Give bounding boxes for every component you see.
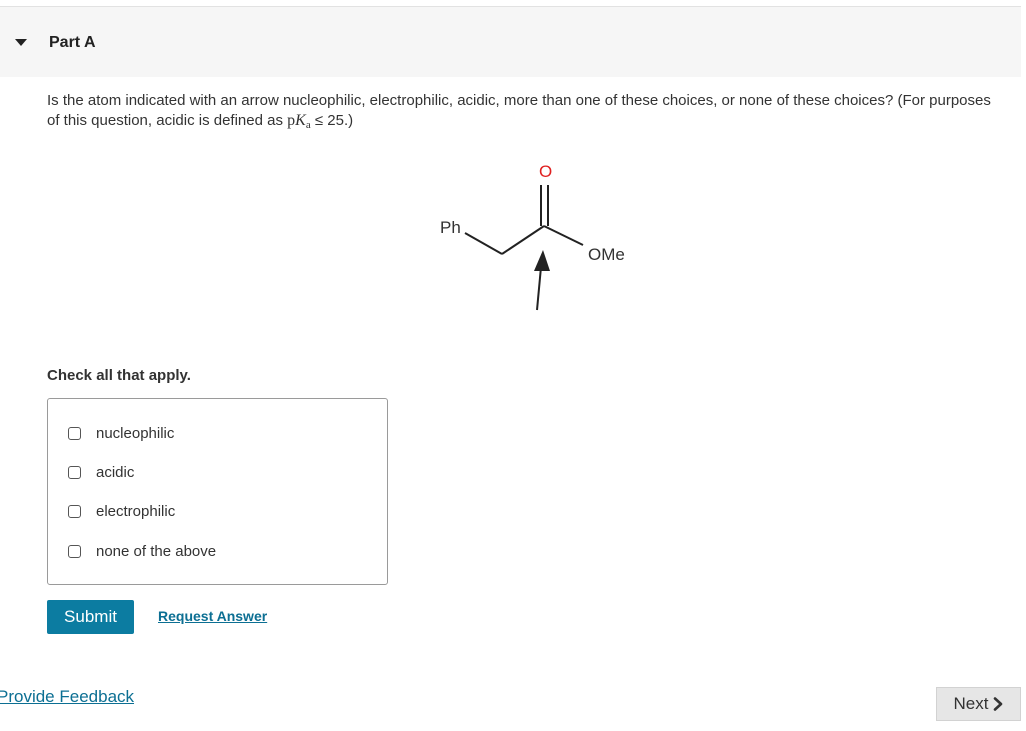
bond-carbonyl-ome [543,225,584,246]
request-answer-link[interactable]: Request Answer [158,608,267,624]
part-header[interactable]: Part A [0,7,1021,77]
submit-button[interactable]: Submit [47,600,134,634]
checkbox[interactable] [68,544,81,558]
ph-label: Ph [440,218,461,237]
pka-subscript: a [305,119,311,131]
oxygen-label: O [539,162,552,181]
option-label[interactable]: none of the above [96,543,216,560]
chevron-right-icon [994,697,1003,711]
question-body: Is the atom indicated with an arrow nucl… [47,92,991,129]
option-none-of-the-above[interactable]: none of the above [68,541,216,561]
option-label[interactable]: electrophilic [96,503,175,520]
option-acidic[interactable]: acidic [68,462,134,482]
checkbox[interactable] [68,426,81,440]
question-text: Is the atom indicated with an arrow nucl… [47,91,1007,135]
next-button[interactable]: Next [936,687,1021,721]
option-electrophilic[interactable]: electrophilic [68,501,175,521]
checkbox[interactable] [68,504,81,518]
question-suffix: ≤ 25.) [314,112,354,129]
part-title: Part A [49,34,96,51]
pka-symbol: pKa [287,112,311,131]
next-label: Next [953,694,989,713]
pka-p: p [287,112,296,129]
option-nucleophilic[interactable]: nucleophilic [68,423,174,443]
option-label[interactable]: nucleophilic [96,425,174,442]
option-label[interactable]: acidic [96,464,134,481]
ome-label: OMe [588,245,625,264]
pka-k: K [295,112,306,129]
bond-ch2-carbonyl [501,225,545,255]
arrow-shaft [536,266,542,311]
provide-feedback-link[interactable]: Provide Feedback [0,687,134,707]
checkbox[interactable] [68,465,81,479]
page: Part A Is the atom indicated with an arr… [0,0,1026,731]
check-all-label: Check all that apply. [47,367,191,384]
bond-ph-ch2 [464,232,503,255]
arrow-up-icon [534,250,550,271]
caret-down-icon[interactable] [15,39,27,46]
options-box: nucleophilic acidic electrophilic none o… [47,398,388,585]
molecule-structure: Ph O OMe [440,162,625,311]
